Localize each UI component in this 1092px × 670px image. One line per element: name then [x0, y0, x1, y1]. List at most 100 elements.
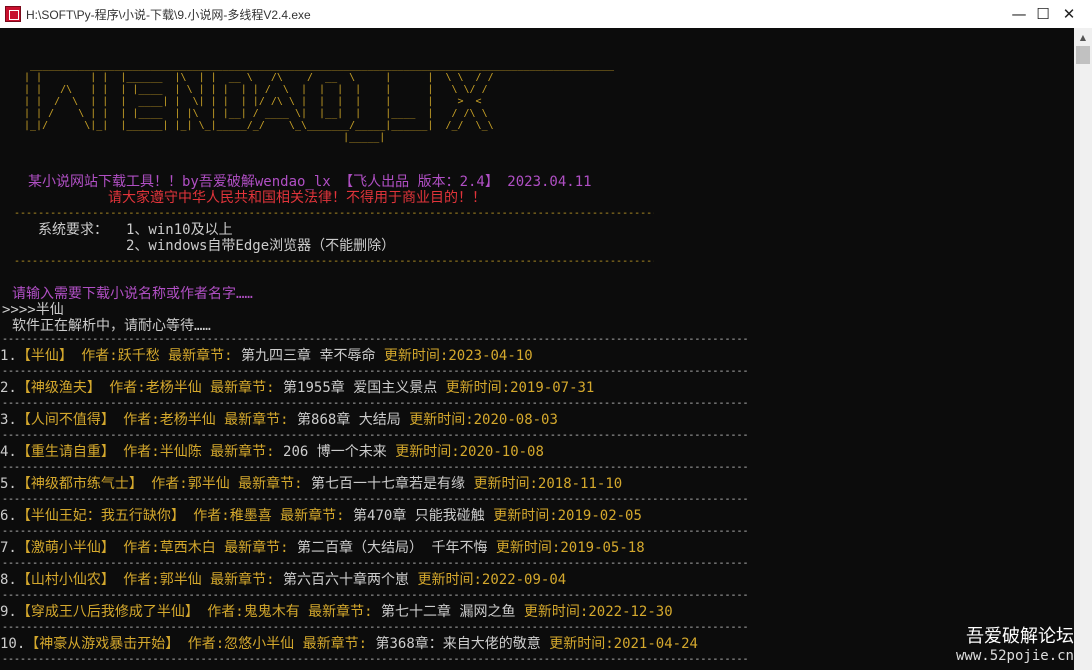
result-latest-label: 最新章节: — [224, 412, 289, 428]
result-title: 【人间不值得】 — [16, 412, 115, 428]
result-title: 【神级渔夫】 — [16, 380, 101, 396]
divider: ----------------------------------------… — [14, 208, 654, 219]
divider: ----------------------------------------… — [14, 256, 654, 267]
row-divider: ----------------------------------------… — [2, 336, 748, 344]
row-divider: ----------------------------------------… — [2, 656, 748, 664]
result-author: 作者:半仙陈 — [123, 444, 202, 460]
row-divider: ----------------------------------------… — [2, 432, 748, 440]
result-index: 7. — [0, 540, 17, 556]
result-latest-label: 最新章节: — [210, 444, 275, 460]
result-chapter: 第九四三章 幸不辱命 — [241, 348, 376, 364]
scroll-up-arrow-icon[interactable]: ▲ — [1074, 28, 1092, 46]
result-index: 8. — [0, 572, 17, 588]
table-row: 6.【半仙王妃：我五行缺你】 作者:稚墨喜 最新章节: 第470章 只能我碰触 … — [0, 508, 642, 524]
tool-info-line: 某小说网站下载工具！！by吾爱破解wendao_lx 【飞人出品 版本：2.4】… — [28, 174, 592, 190]
result-chapter: 第368章：来自大佬的敬意 — [375, 636, 541, 652]
result-update-time: 更新时间:2020-08-03 — [409, 412, 558, 428]
result-latest-label: 最新章节: — [280, 508, 345, 524]
result-update-time: 更新时间:2019-05-18 — [495, 540, 645, 556]
result-title: 【重生请自重】 — [16, 444, 115, 460]
result-update-time: 更新时间:2019-07-31 — [445, 380, 595, 396]
result-author: 作者:郭半仙 — [151, 476, 230, 492]
search-input-echo[interactable]: >>>>半仙 — [2, 302, 64, 318]
result-latest-label: 最新章节: — [224, 540, 289, 556]
result-author: 作者:老杨半仙 — [123, 412, 216, 428]
row-divider: ----------------------------------------… — [2, 560, 748, 568]
result-index: 6. — [0, 508, 17, 524]
result-title: 【半仙王妃：我五行缺你】 — [16, 508, 185, 524]
result-update-time: 更新时间:2018-11-10 — [473, 476, 623, 492]
result-chapter: 206 博一个未来 — [283, 444, 387, 460]
table-row: 7.【激萌小半仙】 作者:草西木白 最新章节: 第二百章（大结局） 千年不悔 更… — [0, 540, 645, 556]
result-chapter: 第七百一十七章若是有缘 — [311, 476, 466, 492]
result-index: 2. — [0, 380, 17, 396]
result-title: 【神级都市练气士】 — [16, 476, 143, 492]
watermark: 吾爱破解论坛 www.52pojie.cn — [956, 622, 1074, 664]
result-chapter: 第七十二章 漏网之鱼 — [381, 604, 516, 620]
result-author: 作者:稚墨喜 — [193, 508, 272, 524]
result-title: 【半仙】 — [16, 348, 73, 364]
result-latest-label: 最新章节: — [210, 572, 275, 588]
table-row: 9.【穿成王八后我修成了半仙】 作者:鬼鬼木有 最新章节: 第七十二章 漏网之鱼… — [0, 604, 673, 620]
result-latest-label: 最新章节: — [210, 380, 275, 396]
ascii-banner: ________________________________________… — [18, 60, 615, 143]
law-notice-line: 请大家遵守中华人民共和国相关法律！不得用于商业目的！！ — [108, 190, 486, 206]
parsing-status: 软件正在解析中，请耐心等待…… — [12, 318, 211, 334]
table-row: 3.【人间不值得】 作者:老杨半仙 最新章节: 第868章 大结局 更新时间:2… — [0, 412, 558, 428]
result-title: 【激萌小半仙】 — [16, 540, 115, 556]
result-author: 作者:草西木白 — [123, 540, 216, 556]
result-author: 作者:鬼鬼木有 — [207, 604, 300, 620]
result-index: 5. — [0, 476, 17, 492]
result-latest-label: 最新章节: — [168, 348, 233, 364]
watermark-name: 吾爱破解论坛 — [966, 626, 1074, 647]
result-title: 【神豪从游戏暴击开始】 — [25, 636, 180, 652]
result-latest-label: 最新章节: — [302, 636, 368, 652]
close-button[interactable]: ✕ — [1046, 0, 1092, 28]
row-divider: ----------------------------------------… — [2, 624, 748, 632]
table-row: 1.【半仙】 作者:跃千愁 最新章节: 第九四三章 幸不辱命 更新时间:2023… — [0, 348, 533, 364]
row-divider: ----------------------------------------… — [2, 464, 748, 472]
result-chapter: 第1955章 爱国主义景点 — [283, 380, 438, 396]
system-requirements-label: 系统要求： — [38, 222, 108, 238]
app-icon[interactable] — [5, 6, 21, 22]
search-prompt: 请输入需要下载小说名称或作者名字…… — [12, 286, 253, 302]
result-title: 【山村小仙农】 — [16, 572, 115, 588]
row-divider: ----------------------------------------… — [2, 592, 748, 600]
row-divider: ----------------------------------------… — [2, 368, 748, 376]
result-chapter: 第二百章（大结局） 千年不悔 — [297, 540, 488, 556]
row-divider: ----------------------------------------… — [2, 496, 748, 504]
scroll-thumb[interactable] — [1076, 46, 1090, 64]
result-index: 9. — [0, 604, 17, 620]
row-divider: ----------------------------------------… — [2, 400, 748, 408]
table-row: 10.【神豪从游戏暴击开始】 作者:忽悠小半仙 最新章节: 第368章：来自大佬… — [0, 636, 698, 652]
result-latest-label: 最新章节: — [308, 604, 373, 620]
result-update-time: 更新时间:2023-04-10 — [383, 348, 533, 364]
result-chapter: 第868章 大结局 — [297, 412, 401, 428]
result-index: 10. — [0, 636, 26, 652]
result-update-time: 更新时间:2022-12-30 — [523, 604, 673, 620]
row-divider: ----------------------------------------… — [2, 528, 748, 536]
result-update-time: 更新时间:2021-04-24 — [549, 636, 698, 652]
table-row: 5.【神级都市练气士】 作者:郭半仙 最新章节: 第七百一十七章若是有缘 更新时… — [0, 476, 622, 492]
result-update-time: 更新时间:2022-09-04 — [417, 572, 567, 588]
result-update-time: 更新时间:2020-10-08 — [395, 444, 544, 460]
requirement-1: 1、win10及以上 — [126, 222, 233, 238]
table-row: 2.【神级渔夫】 作者:老杨半仙 最新章节: 第1955章 爱国主义景点 更新时… — [0, 380, 594, 396]
result-title: 【穿成王八后我修成了半仙】 — [16, 604, 199, 620]
result-index: 1. — [0, 348, 17, 364]
result-chapter: 第470章 只能我碰触 — [353, 508, 485, 524]
table-row: 8.【山村小仙农】 作者:郭半仙 最新章节: 第六百六十章两个崽 更新时间:20… — [0, 572, 566, 588]
title-bar[interactable]: H:\SOFT\Py-程序\小说-下载\9.小说网-多线程V2.4.exe — — [0, 0, 1092, 28]
result-author: 作者:老杨半仙 — [109, 380, 202, 396]
result-chapter: 第六百六十章两个崽 — [283, 572, 410, 588]
result-index: 4. — [0, 444, 17, 460]
result-author: 作者:忽悠小半仙 — [187, 636, 295, 652]
result-latest-label: 最新章节: — [238, 476, 303, 492]
result-author: 作者:跃千愁 — [81, 348, 160, 364]
vertical-scrollbar[interactable]: ▲ — [1074, 28, 1092, 670]
requirement-2: 2、windows自带Edge浏览器（不能删除） — [126, 238, 396, 254]
table-row: 4.【重生请自重】 作者:半仙陈 最新章节: 206 博一个未来 更新时间:20… — [0, 444, 544, 460]
console-output[interactable]: ________________________________________… — [0, 28, 1074, 670]
result-index: 3. — [0, 412, 17, 428]
window-title: H:\SOFT\Py-程序\小说-下载\9.小说网-多线程V2.4.exe — [26, 8, 311, 22]
